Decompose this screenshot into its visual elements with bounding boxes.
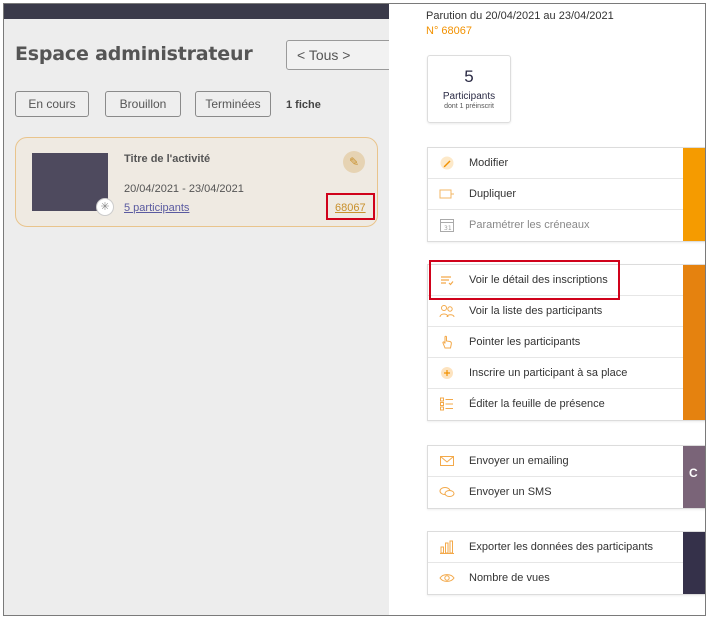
- chat-icon: [439, 485, 455, 499]
- activity-dates: 20/04/2021 - 23/04/2021: [124, 183, 244, 195]
- group-color-strip: [683, 148, 705, 241]
- calendar-icon: 31: [439, 218, 455, 232]
- participants-label: Participants: [442, 91, 496, 102]
- parution-dates: Parution du 20/04/2021 au 23/04/2021: [426, 10, 614, 22]
- activity-card[interactable]: ✳ Titre de l'activité 20/04/2021 - 23/04…: [15, 137, 378, 227]
- pencil-icon: [439, 156, 455, 170]
- sparkle-icon: ✳: [96, 198, 114, 216]
- bar-chart-icon: [439, 540, 455, 554]
- action-envoyer-sms[interactable]: Envoyer un SMS: [428, 477, 683, 508]
- action-parametrer-creneaux[interactable]: 31 Paramétrer les créneaux: [428, 210, 683, 241]
- participants-stat-card: 5 Participants dont 1 préinscrit: [427, 55, 511, 123]
- preinscrit-label: dont 1 préinscrit: [444, 103, 494, 110]
- page-title: Espace administrateur: [15, 43, 253, 65]
- group-color-strip: C: [683, 446, 705, 508]
- action-nombre-de-vues[interactable]: Nombre de vues: [428, 563, 683, 594]
- admin-space-background: Espace administrateur < Tous > En cours …: [4, 4, 396, 615]
- envelope-icon: [439, 454, 455, 468]
- action-envoyer-emailing[interactable]: Envoyer un emailing: [428, 446, 683, 477]
- action-group-communication: C Envoyer un emailing Envoyer un SMS: [427, 445, 705, 509]
- filter-terminees-button[interactable]: Terminées: [195, 91, 271, 117]
- participants-link[interactable]: 5 participants: [124, 202, 189, 214]
- action-editer-feuille-presence[interactable]: Éditer la feuille de présence: [428, 389, 683, 420]
- filter-en-cours-button[interactable]: En cours: [15, 91, 89, 117]
- highlight-box-detail: [429, 260, 620, 300]
- filter-brouillon-button[interactable]: Brouillon: [105, 91, 181, 117]
- group-color-strip: [683, 532, 705, 594]
- action-dupliquer[interactable]: Dupliquer: [428, 179, 683, 210]
- highlight-box-ref: [326, 193, 375, 220]
- action-voir-liste-participants[interactable]: Voir la liste des participants: [428, 296, 683, 327]
- group-color-strip: [683, 265, 705, 420]
- top-bar: [4, 4, 389, 19]
- participants-count: 5: [464, 67, 474, 86]
- action-pointer-participants[interactable]: Pointer les participants: [428, 327, 683, 358]
- window: Espace administrateur < Tous > En cours …: [3, 3, 706, 616]
- action-modifier[interactable]: Modifier: [428, 148, 683, 179]
- action-panel: Parution du 20/04/2021 au 23/04/2021 N° …: [389, 4, 705, 615]
- status-select[interactable]: < Tous >: [286, 40, 396, 70]
- eye-icon: [439, 571, 455, 585]
- action-exporter-donnees[interactable]: Exporter les données des participants: [428, 532, 683, 563]
- users-icon: [439, 304, 455, 318]
- edit-pencil-icon[interactable]: ✎: [343, 151, 365, 173]
- action-group-edit: Modifier Dupliquer 31 Paramétrer les cré…: [427, 147, 705, 242]
- duplicate-icon: [439, 187, 455, 201]
- strip-glyph: C: [689, 466, 698, 480]
- svg-text:31: 31: [444, 225, 452, 232]
- action-inscrire-participant[interactable]: Inscrire un participant à sa place: [428, 358, 683, 389]
- activity-number: N° 68067: [426, 25, 472, 37]
- activity-title: Titre de l'activité: [124, 153, 211, 165]
- action-group-stats: Exporter les données des participants No…: [427, 531, 705, 595]
- checklist-icon: [439, 397, 455, 411]
- hand-pointer-icon: [439, 335, 455, 349]
- plus-circle-icon: [439, 366, 455, 380]
- result-count: 1 fiche: [286, 99, 321, 111]
